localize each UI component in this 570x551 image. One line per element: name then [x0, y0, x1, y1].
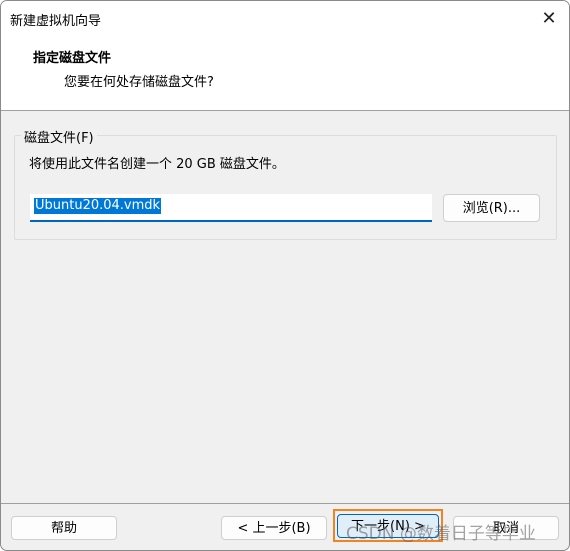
- page-title: 指定磁盘文件: [33, 51, 112, 66]
- next-button[interactable]: 下一步(N) >: [337, 514, 439, 538]
- disk-filename-input[interactable]: Ubuntu20.04.vmdk: [30, 194, 432, 222]
- browse-button[interactable]: 浏览(R)...: [443, 194, 540, 222]
- back-button[interactable]: < 上一步(B): [221, 516, 327, 540]
- disk-file-description: 将使用此文件名创建一个 20 GB 磁盘文件。: [29, 157, 285, 172]
- cancel-button[interactable]: 取消: [453, 516, 559, 540]
- page-subtitle: 您要在何处存储磁盘文件?: [64, 75, 214, 90]
- window-title: 新建虚拟机向导: [10, 14, 102, 29]
- disk-filename-value: Ubuntu20.04.vmdk: [34, 198, 162, 214]
- help-button[interactable]: 帮助: [11, 516, 117, 540]
- disk-file-group: [14, 135, 557, 240]
- header-panel: 新建虚拟机向导 ✕ 指定磁盘文件 您要在何处存储磁盘文件?: [1, 1, 569, 111]
- close-icon[interactable]: ✕: [537, 7, 561, 31]
- wizard-dialog: 新建虚拟机向导 ✕ 指定磁盘文件 您要在何处存储磁盘文件? 磁盘文件(F) 将使…: [0, 0, 570, 551]
- footer-divider: [1, 503, 569, 504]
- disk-file-group-label: 磁盘文件(F): [21, 127, 97, 146]
